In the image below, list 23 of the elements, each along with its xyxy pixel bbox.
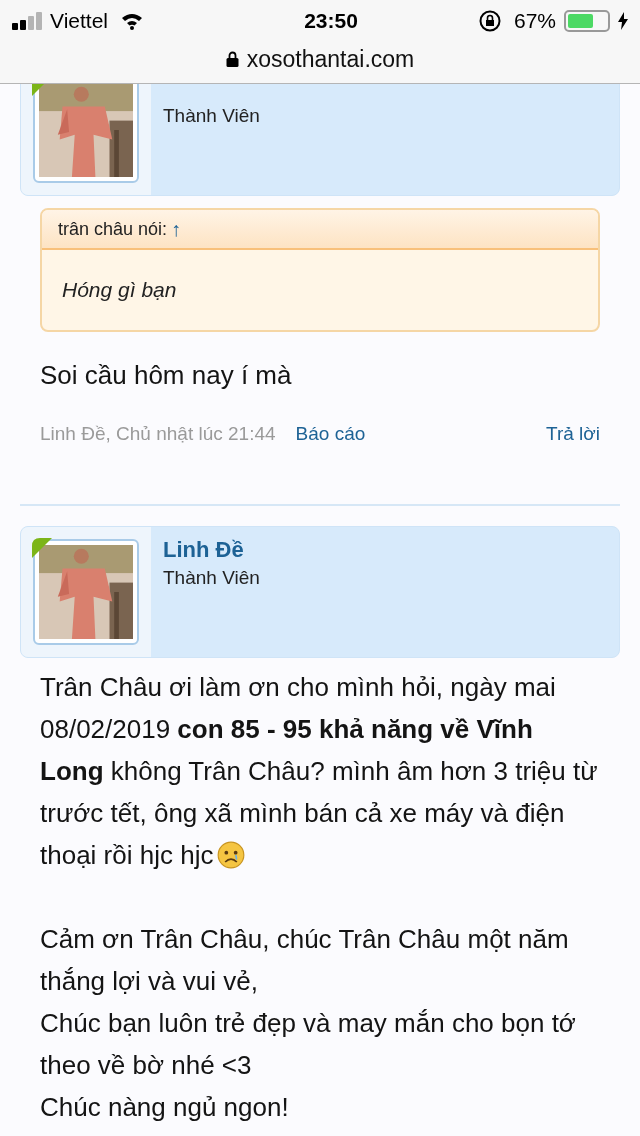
clock: 23:50	[303, 8, 358, 35]
report-link[interactable]: Báo cáo	[295, 419, 366, 448]
post-text: Chúc nàng ngủ ngon!	[40, 1091, 290, 1124]
post-text: Chúc bạn luôn trẻ đẹp và may mắn cho bọn tớ theo về bờ nhé <3	[40, 1007, 577, 1082]
quote-author: trân châu nói:	[58, 217, 168, 241]
sad-face-icon	[217, 841, 246, 869]
author-role: Thành Viên	[163, 566, 260, 590]
quote-link[interactable]: ↑	[171, 214, 182, 244]
post-text: Soi cầu hôm nay í mà	[40, 358, 293, 392]
author-role: Thành Viên	[163, 104, 260, 128]
battery-icon	[564, 10, 610, 32]
post-text: Trân Châu ơi làm ơn cho mình hỏi, ngày mai 08/02/2019 con 85 - 95 khả năng về Vĩnh Long không Trân Châu? mình âm hơn 3 triệu từ trước tết, ông xã mình bán cả xe máy và điện thoại rồi hjc hjc	[40, 671, 599, 872]
quote-text: Hóng gì bạn	[62, 278, 177, 301]
reply-link[interactable]: Trả lời	[546, 419, 600, 448]
post-byline: Linh Đề, Chủ nhật lúc 21:44	[40, 421, 276, 446]
rotation-lock-icon	[477, 9, 502, 33]
post-text: Cảm ơn Trân Châu, chúc Trân Châu một năm thắng lợi và vui vẻ,	[40, 923, 570, 998]
author-name[interactable]: Linh Đề	[163, 535, 260, 565]
url[interactable]: xosothantai.com	[246, 41, 415, 77]
carrier: Viettel	[50, 8, 108, 35]
lock-icon	[225, 51, 239, 67]
wifi-icon	[120, 12, 144, 30]
battery-percent: 67%	[513, 8, 556, 35]
